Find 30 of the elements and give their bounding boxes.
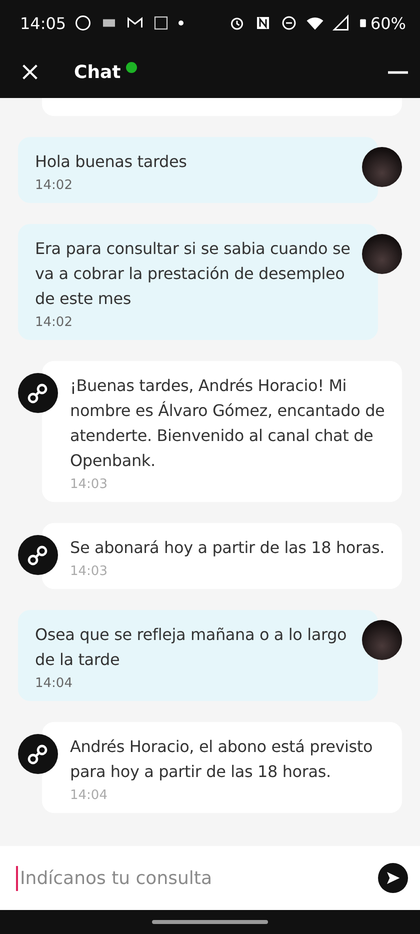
message-time: 14:02 — [35, 315, 74, 330]
user-avatar-photo — [362, 620, 402, 660]
message-text: Andrés Horacio, el abono está previsto para hoy a partir de las 18 horas. — [70, 736, 374, 783]
send-button[interactable] — [378, 863, 408, 893]
link-icon — [26, 381, 50, 405]
message-text: Hola buenas tardes — [35, 151, 188, 173]
status-time: 14:05 — [20, 14, 66, 32]
chat-title: Chat — [74, 62, 121, 82]
message-time: 14:04 — [35, 676, 74, 691]
user-avatar-photo — [362, 234, 402, 274]
dot-icon — [178, 20, 184, 26]
send-icon — [385, 870, 401, 886]
do-not-disturb-icon — [280, 14, 298, 32]
minimize-icon — [388, 70, 408, 74]
message-time: 14:03 — [70, 564, 108, 579]
battery-percentage: 60% — [370, 14, 406, 32]
message-text: Era para consultar si se sabia cuando se va a cobrar la prestación de desempleo de este mes — [35, 238, 352, 310]
message-text: Osea que se refleja mañana o a lo largo de la tarde — [35, 624, 348, 671]
message-time: 14:03 — [70, 477, 108, 492]
close-icon — [20, 62, 40, 82]
message-input[interactable]: Indícanos tu consulta — [16, 866, 378, 890]
message-text: Se abonará hoy a partir de las 18 horas. — [70, 537, 386, 559]
user-avatar-photo — [362, 147, 402, 187]
message-field[interactable]: Indícanos tu consulta — [0, 846, 420, 910]
message-time: 14:02 — [35, 178, 74, 193]
message-time: 14:04 — [70, 788, 108, 803]
link-icon — [26, 543, 50, 567]
signal-icon — [332, 14, 350, 32]
link-icon — [26, 742, 50, 766]
message-text: ¡Buenas tardes, Andrés Horacio! Mi nombre es Álvaro Gómez, encantado de atenderte. Bienvenido al canal chat de Openbank. — [70, 375, 386, 472]
